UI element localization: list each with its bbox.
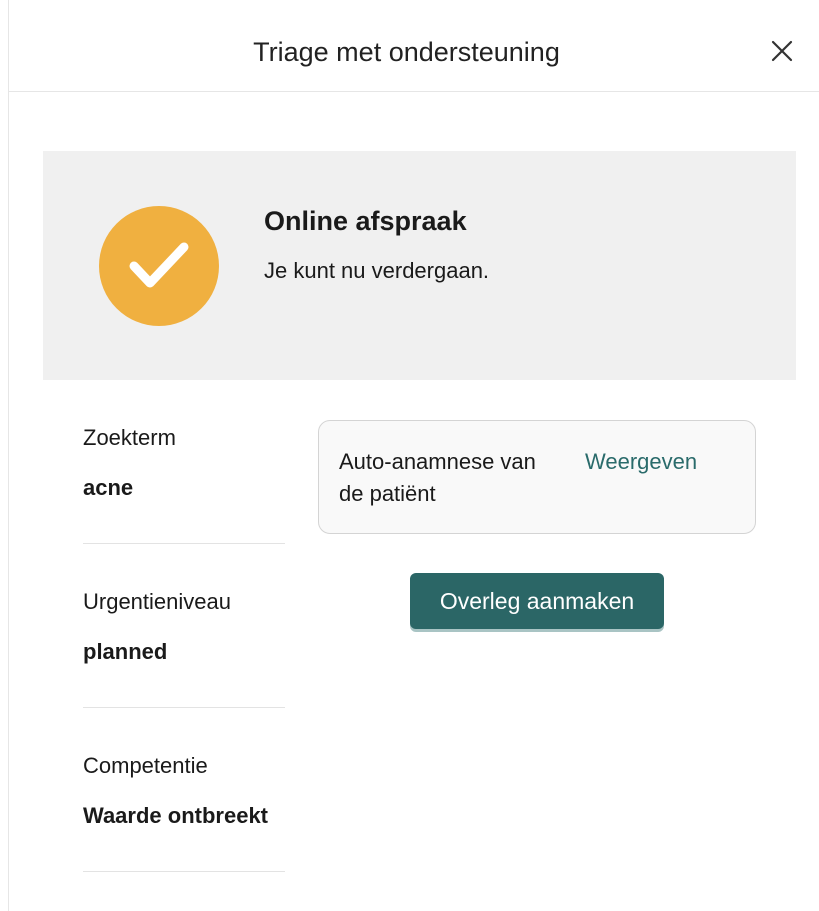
checkmark-badge	[99, 206, 219, 326]
field-value: planned	[83, 639, 168, 664]
auto-anamnese-label: Auto-anamnese van de patiënt	[339, 449, 536, 506]
banner-text: Je kunt nu verdergaan.	[264, 258, 490, 283]
weergeven-link[interactable]: Weergeven	[585, 446, 697, 478]
triage-panel: Triage met ondersteuning Online afspraak…	[8, 0, 819, 911]
field-urgentieniveau: Urgentieniveau planned	[83, 584, 285, 708]
checkmark-icon	[129, 242, 189, 288]
panel-title: Triage met ondersteuning	[253, 37, 560, 67]
field-value: Waarde ontbreekt	[83, 803, 269, 828]
panel-header: Triage met ondersteuning	[9, 0, 819, 92]
auto-anamnese-card: Auto-anamnese van de patiënt Weergeven	[318, 420, 756, 534]
field-zoekterm: Zoekterm acne	[83, 420, 285, 544]
status-banner: Online afspraak Je kunt nu verdergaan.	[43, 151, 796, 380]
field-label: Urgentieniveau	[83, 589, 231, 614]
field-value: acne	[83, 475, 134, 500]
field-label: Competentie	[83, 753, 208, 778]
banner-title: Online afspraak	[264, 206, 467, 236]
close-button[interactable]	[767, 36, 797, 66]
overleg-aanmaken-button[interactable]: Overleg aanmaken	[410, 573, 664, 629]
field-label: Zoekterm	[83, 425, 176, 450]
field-competentie: Competentie Waarde ontbreekt	[83, 748, 285, 872]
close-icon	[771, 40, 793, 62]
